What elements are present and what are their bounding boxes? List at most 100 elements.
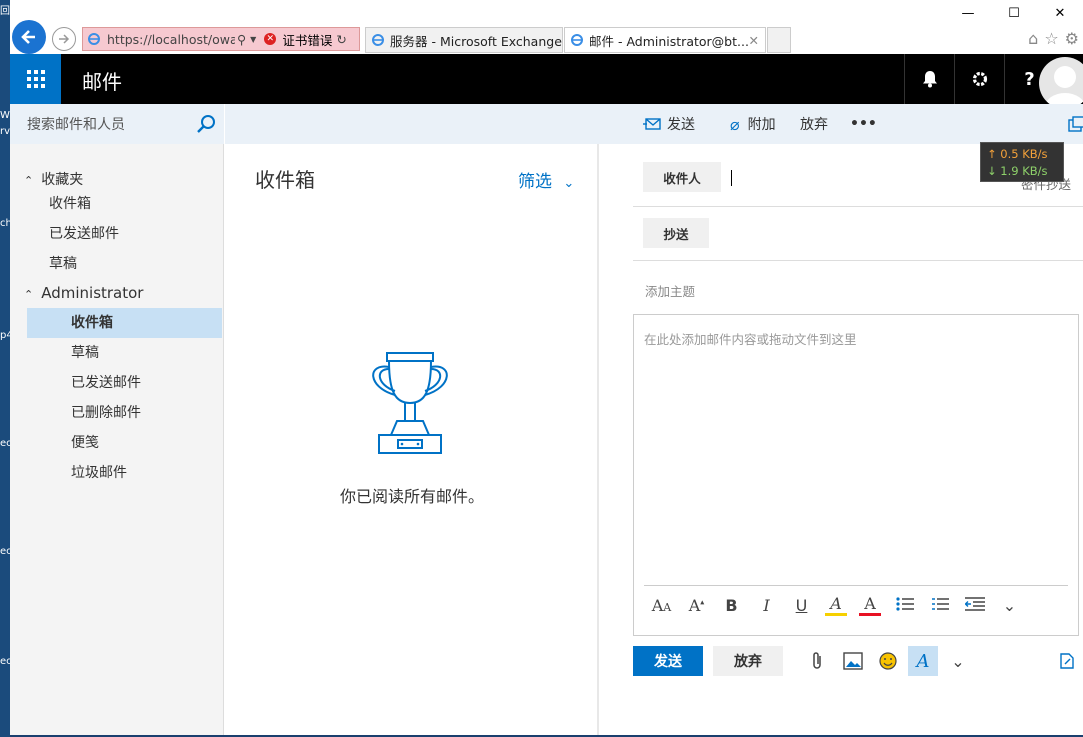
- app-launcher-button[interactable]: [10, 54, 61, 104]
- desktop-text: ch: [0, 218, 10, 229]
- account-header[interactable]: ⌃ Administrator: [24, 284, 143, 302]
- browser-window: — ☐ ✕ https://localhost/owa, ⚲ ▼ ✕ 证书错误 …: [10, 0, 1083, 735]
- minimize-icon[interactable]: —: [945, 2, 991, 24]
- emoji-icon[interactable]: [876, 649, 900, 673]
- insert-picture-icon[interactable]: [841, 649, 865, 673]
- popout-button[interactable]: [1068, 104, 1083, 144]
- paperclip-icon: ⌀: [730, 114, 740, 134]
- paperclip-icon[interactable]: [805, 649, 829, 673]
- account-label: Administrator: [41, 284, 144, 302]
- favorites-header[interactable]: ⌃ 收藏夹: [24, 169, 83, 189]
- bold-icon[interactable]: B: [714, 596, 749, 615]
- maximize-icon[interactable]: ☐: [991, 2, 1037, 24]
- owa-header: 邮件 ?: [10, 54, 1083, 109]
- format-toolbar: AA A▴ B I U A A ⌄: [644, 585, 1068, 625]
- dropdown-icon[interactable]: ▼: [250, 35, 256, 44]
- url-text: https://localhost/owa,: [107, 31, 235, 47]
- window-controls: — ☐ ✕: [945, 2, 1083, 24]
- more-commands-button[interactable]: •••: [850, 104, 877, 144]
- sidebar-item-fav-drafts[interactable]: 草稿: [49, 249, 77, 279]
- tab-mail[interactable]: 邮件 - Administrator@bt... ✕: [564, 27, 766, 53]
- network-speed-widget: ↑ 0.5 KB/s ↓ 1.9 KB/s: [980, 142, 1064, 182]
- home-icon[interactable]: ⌂: [1028, 29, 1038, 48]
- desktop-text: rv: [0, 126, 10, 137]
- search-icon[interactable]: [196, 114, 216, 134]
- sidebar-item-fav-sent[interactable]: 已发送邮件: [49, 219, 119, 249]
- browser-tools: ⌂ ☆ ⚙: [1028, 29, 1079, 48]
- search-placeholder: 搜索邮件和人员: [27, 117, 125, 133]
- tab-exchange[interactable]: 服务器 - Microsoft Exchange: [365, 27, 563, 53]
- sidebar-item-sent[interactable]: 已发送邮件: [71, 368, 141, 398]
- cc-button[interactable]: 抄送: [643, 218, 709, 248]
- italic-icon[interactable]: I: [749, 596, 784, 615]
- search-icon[interactable]: ⚲: [237, 32, 246, 47]
- chevron-down-icon[interactable]: ⌄: [946, 649, 970, 673]
- sidebar-item-deleted[interactable]: 已删除邮件: [71, 398, 141, 428]
- numbering-icon[interactable]: [922, 596, 957, 616]
- waffle-icon: [26, 70, 45, 88]
- draft-save-icon[interactable]: [1055, 649, 1079, 673]
- desktop-text: ec: [0, 656, 10, 667]
- sidebar-item-drafts[interactable]: 草稿: [71, 338, 99, 368]
- send-button[interactable]: 发送: [633, 646, 703, 676]
- back-button[interactable]: [12, 20, 46, 54]
- command-bar: 发送 ⌀ 附加 放弃 •••: [225, 104, 1083, 144]
- chevron-down-icon[interactable]: ⌄: [992, 596, 1027, 615]
- to-input[interactable]: [729, 166, 959, 190]
- sidebar-item-junk[interactable]: 垃圾邮件: [71, 458, 127, 488]
- ie-icon: [372, 34, 384, 46]
- underline-icon[interactable]: U: [784, 596, 819, 615]
- sidebar-item-inbox[interactable]: 收件箱: [27, 308, 222, 338]
- cert-error-icon: ✕: [264, 33, 277, 45]
- download-speed: ↓ 1.9 KB/s: [987, 164, 1048, 178]
- favorites-star-icon[interactable]: ☆: [1044, 29, 1058, 48]
- discard-button[interactable]: 放弃: [713, 646, 783, 676]
- favorites-label: 收藏夹: [41, 172, 84, 188]
- cert-error-text[interactable]: 证书错误: [282, 30, 332, 49]
- send-command[interactable]: 发送: [643, 104, 695, 144]
- address-bar[interactable]: https://localhost/owa, ⚲ ▼ ✕ 证书错误 ↻: [82, 27, 360, 51]
- avatar[interactable]: [1039, 57, 1083, 109]
- settings-gear-icon[interactable]: ⚙: [1065, 29, 1079, 48]
- grow-font-icon[interactable]: A▴: [679, 596, 714, 615]
- divider: [633, 206, 1083, 207]
- attach-command[interactable]: ⌀ 附加: [730, 104, 776, 144]
- font-size-icon[interactable]: AA: [644, 596, 679, 615]
- desktop-text: ec: [0, 546, 10, 557]
- font-color-icon[interactable]: A: [859, 595, 881, 616]
- format-toggle-icon[interactable]: A: [908, 646, 938, 676]
- refresh-icon[interactable]: ↻: [336, 32, 346, 47]
- desktop-edge: 回 Wi rv ch p4 ec ec ec: [0, 0, 10, 737]
- message-list: 收件箱 筛选 ⌄ 你已阅读所有邮件。: [225, 144, 599, 735]
- body-editor[interactable]: 在此处添加邮件内容或拖动文件到这里 AA A▴ B I U A A ⌄: [633, 314, 1079, 636]
- chevron-up-icon: ⌃: [24, 288, 34, 301]
- tab-close-icon[interactable]: ✕: [749, 33, 759, 48]
- desktop-text: p4: [0, 330, 10, 341]
- notifications-button[interactable]: [904, 54, 954, 104]
- trophy-icon: [372, 352, 448, 454]
- settings-button[interactable]: [954, 54, 1004, 104]
- tab-label: 服务器 - Microsoft Exchange: [390, 33, 562, 49]
- sidebar-item-notes[interactable]: 便笺: [71, 428, 99, 458]
- subject-input[interactable]: 添加主题: [645, 281, 695, 300]
- folder-pane: 搜索邮件和人员 ⌃ 收藏夹 收件箱 已发送邮件 草稿 ⌃ Administrator…: [10, 104, 224, 735]
- search-input[interactable]: 搜索邮件和人员: [10, 104, 224, 144]
- new-tab-button[interactable]: [767, 27, 791, 53]
- forward-button[interactable]: [52, 27, 76, 51]
- discard-command[interactable]: 放弃: [800, 104, 828, 144]
- close-icon[interactable]: ✕: [1037, 2, 1083, 24]
- upload-speed: ↑ 0.5 KB/s: [987, 147, 1048, 161]
- outdent-icon[interactable]: [957, 596, 992, 616]
- sidebar-item-fav-inbox[interactable]: 收件箱: [49, 189, 91, 219]
- send-mail-icon: [643, 118, 661, 130]
- bullets-icon[interactable]: [887, 596, 922, 616]
- to-button[interactable]: 收件人: [643, 162, 721, 192]
- filter-dropdown[interactable]: 筛选 ⌄: [518, 167, 574, 192]
- desktop-text: 回: [0, 6, 10, 17]
- ie-icon: [571, 34, 583, 46]
- browser-chrome: — ☐ ✕ https://localhost/owa, ⚲ ▼ ✕ 证书错误 …: [10, 0, 1083, 54]
- highlight-icon[interactable]: A: [825, 595, 847, 616]
- page-title: 收件箱: [255, 168, 315, 192]
- chevron-up-icon: ⌃: [24, 174, 34, 187]
- popout-icon: [1068, 116, 1083, 132]
